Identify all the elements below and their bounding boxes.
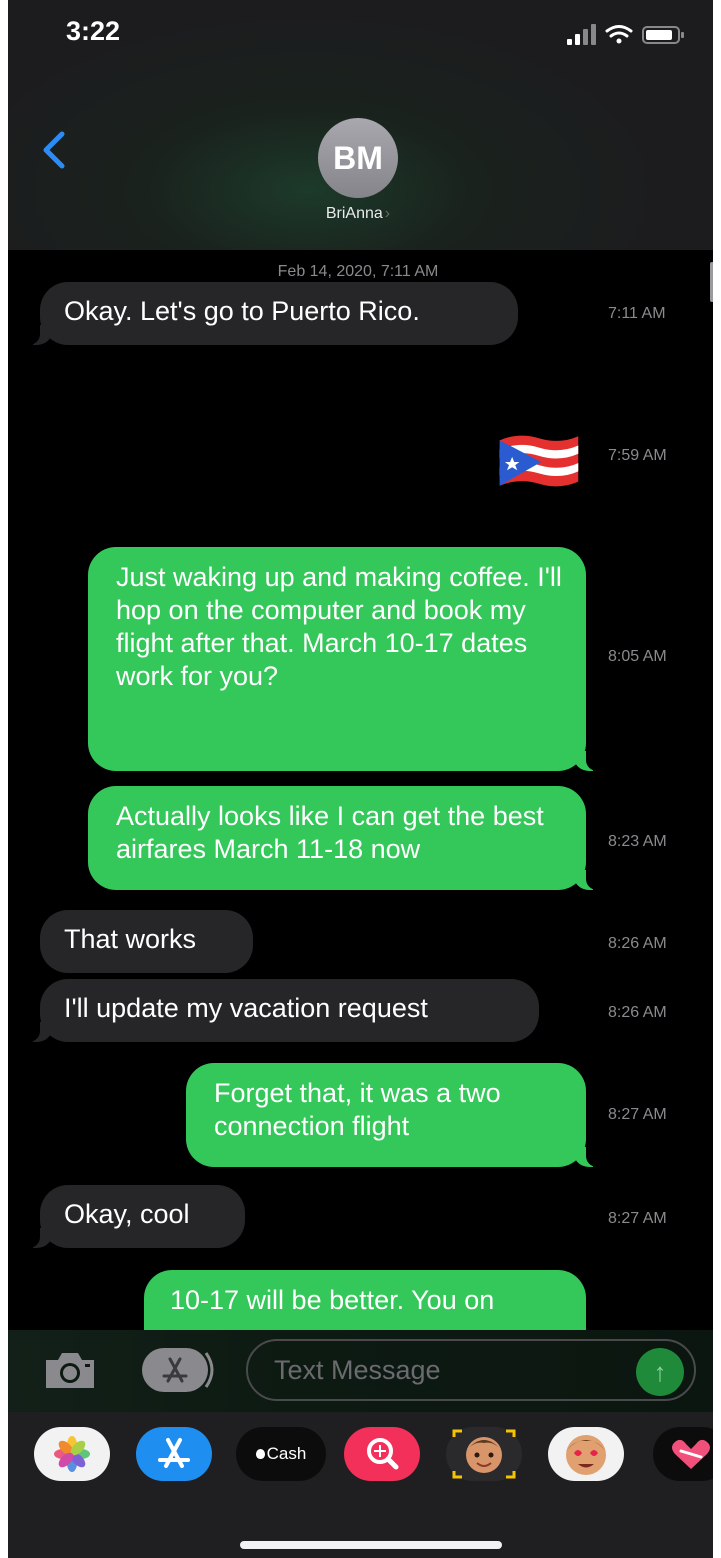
chevron-left-icon: [43, 131, 65, 169]
conversation-header: 3:22 BM BriAnna ›: [8, 0, 713, 250]
message-bubble-received[interactable]: Okay, cool: [27, 1185, 245, 1248]
bubble-tail: [573, 751, 599, 771]
wifi-icon: [605, 25, 633, 44]
apple-cash-app-icon[interactable]: Cash: [236, 1427, 326, 1481]
back-button[interactable]: [34, 120, 74, 180]
message-text: Just waking up and making coffee. I'll h…: [116, 562, 562, 691]
message-text: Okay. Let's go to Puerto Rico.: [64, 296, 420, 326]
message-bubble-received[interactable]: I'll update my vacation request: [27, 979, 539, 1042]
message-time: 8:27 AM: [608, 1106, 667, 1123]
avatar-initials: BM: [333, 139, 383, 176]
message-text: Okay, cool: [64, 1199, 190, 1229]
digital-touch-app-icon[interactable]: [653, 1427, 713, 1481]
message-input-placeholder: Text Message: [274, 1355, 441, 1385]
message-text: I'll update my vacation request: [64, 993, 428, 1023]
message-text: That works: [64, 924, 197, 954]
message-time: 8:26 AM: [608, 1004, 667, 1021]
message-input[interactable]: Text Message: [246, 1339, 696, 1401]
bubble-tail: [27, 325, 53, 345]
home-indicator[interactable]: [240, 1541, 502, 1549]
message-time: 7:59 AM: [608, 447, 667, 464]
message-time: 8:27 AM: [608, 1210, 667, 1227]
cellular-signal-icon: [567, 24, 596, 45]
app-store-button[interactable]: [140, 1345, 220, 1395]
status-time: 3:22: [66, 16, 121, 46]
scroll-indicator[interactable]: [710, 262, 713, 302]
status-icons: [567, 24, 684, 45]
message-bubble-sent[interactable]: Forget that, it was a two connection fli…: [186, 1063, 599, 1167]
bubble-tail: [573, 870, 599, 890]
message-time: 7:11 AM: [608, 305, 666, 322]
message-bubble-sent[interactable]: Just waking up and making coffee. I'll h…: [88, 547, 599, 771]
puerto-rico-flag-emoji[interactable]: [496, 430, 582, 492]
message-bubble-received[interactable]: Okay. Let's go to Puerto Rico.: [27, 282, 518, 345]
bubble-tail: [27, 1228, 53, 1248]
animoji-stickers-app-icon[interactable]: [548, 1427, 624, 1481]
memoji-app-icon[interactable]: [446, 1427, 522, 1481]
date-header: Feb 14, 2020, 7:11 AM: [277, 263, 439, 280]
web-images-search-app-icon[interactable]: [344, 1427, 420, 1481]
battery-icon: [642, 26, 684, 44]
photos-app-icon[interactable]: [34, 1427, 110, 1481]
message-time: 8:23 AM: [608, 833, 667, 850]
contact-name-button[interactable]: BriAnna ›: [8, 205, 708, 223]
message-bubble-received[interactable]: That works: [40, 910, 253, 973]
message-time: 8:26 AM: [608, 935, 667, 952]
bubble-tail: [27, 1022, 53, 1042]
camera-icon[interactable]: [42, 1348, 98, 1392]
chevron-right-icon: ›: [384, 205, 391, 222]
message-text: 10-17 will be better. You on: [170, 1285, 495, 1315]
apple-logo-icon: [255, 1449, 265, 1459]
messages-screen: 3:22 BM BriAnna › Feb 14, 2020, 7:11 AM …: [8, 0, 713, 1558]
cash-label: Cash: [266, 1444, 307, 1463]
message-text: Forget that, it was a two connection fli…: [214, 1078, 501, 1141]
contact-avatar[interactable]: BM: [318, 118, 398, 198]
message-bubble-sent[interactable]: Actually looks like I can get the best a…: [88, 786, 599, 890]
message-text: Actually looks like I can get the best a…: [116, 801, 544, 864]
message-time: 8:05 AM: [608, 648, 667, 665]
bubble-tail: [573, 1147, 599, 1167]
send-button[interactable]: ↑: [636, 1348, 684, 1396]
contact-name: BriAnna: [325, 205, 383, 222]
app-store-app-icon[interactable]: [136, 1427, 212, 1481]
arrow-up-icon: ↑: [653, 1357, 667, 1387]
